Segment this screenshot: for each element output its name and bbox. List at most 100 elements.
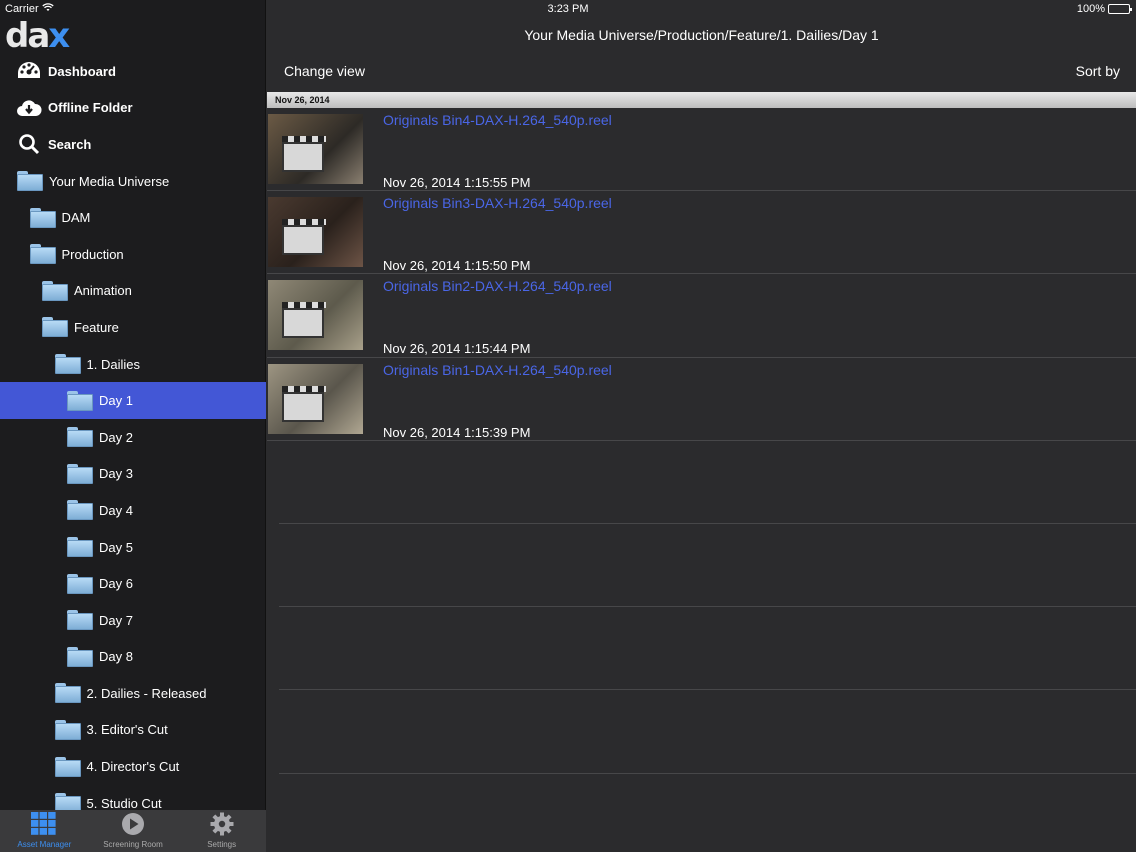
sidebar-item-production[interactable]: Production [0, 236, 266, 273]
sidebar-item-label: Day 6 [99, 576, 133, 592]
asset-name-link[interactable]: Originals Bin1-DAX-H.264_540p.reel [383, 362, 612, 378]
folder-icon [67, 390, 93, 412]
sort-by-button[interactable]: Sort by [1076, 63, 1120, 79]
sidebar-item-label: Day 5 [99, 539, 133, 555]
sidebar-item-label: DAM [61, 210, 91, 226]
date-section-header: Nov 26, 2014 [267, 92, 1136, 108]
sidebar-item-4-director-s-cut[interactable]: 4. Director's Cut [0, 748, 266, 785]
folder-path-title: Your Media Universe/Production/Feature/1… [524, 27, 879, 43]
gear-icon [210, 812, 234, 838]
asset-row[interactable]: Originals Bin4-DAX-H.264_540p.reel Nov 26… [267, 108, 1136, 192]
tab-screening-room[interactable]: Screening Room [89, 810, 178, 852]
empty-row [279, 607, 1136, 691]
sidebar-item-label: Day 4 [99, 502, 133, 518]
folder-icon [17, 170, 43, 192]
sidebar-item-1-dailies[interactable]: 1. Dailies [0, 346, 266, 383]
sidebar-item-day-6[interactable]: Day 6 [0, 565, 266, 602]
tab-settings[interactable]: Settings [177, 810, 266, 852]
sidebar-item-day-4[interactable]: Day 4 [0, 492, 266, 529]
tab-asset-manager[interactable]: Asset Manager [0, 810, 89, 852]
asset-list: Originals Bin4-DAX-H.264_540p.reel Nov 26… [267, 108, 1136, 774]
sidebar-item-your-media-universe[interactable]: Your Media Universe [0, 163, 266, 200]
sidebar-item-2-dailies-released[interactable]: 2. Dailies - Released [0, 675, 266, 712]
folder-icon [67, 536, 93, 558]
sidebar-item-offline-folder[interactable]: Offline Folder [0, 90, 266, 127]
asset-date: Nov 26, 2014 1:15:55 PM [383, 175, 531, 190]
sidebar: dax Dashboard Offline Folder Search Your Me… [0, 0, 266, 852]
folder-icon [67, 646, 93, 668]
asset-row[interactable]: Originals Bin3-DAX-H.264_540p.reel Nov 26… [267, 191, 1136, 275]
sidebar-item-day-3[interactable]: Day 3 [0, 456, 266, 493]
sidebar-item-label: 2. Dailies - Released [86, 685, 207, 701]
status-bar: Carrier 3:23 PM 100% [0, 0, 1136, 17]
asset-thumbnail[interactable] [268, 280, 363, 351]
folder-icon [29, 207, 56, 229]
asset-date: Nov 26, 2014 1:15:39 PM [383, 424, 531, 440]
asset-date: Nov 26, 2014 1:15:44 PM [383, 341, 531, 357]
sidebar-item-dam[interactable]: DAM [0, 199, 266, 236]
battery-icon [1108, 4, 1132, 14]
sidebar-item-animation[interactable]: Animation [0, 273, 266, 310]
sidebar-item-label: Day 8 [99, 649, 133, 665]
cloud-download-icon [16, 97, 42, 119]
battery-indicator: 100% [1076, 3, 1132, 15]
sidebar-item-day-5[interactable]: Day 5 [0, 529, 266, 566]
sidebar-item-dashboard[interactable]: Dashboard [0, 53, 266, 90]
sidebar-item-search[interactable]: Search [0, 126, 266, 163]
sidebar-item-label: Offline Folder [48, 100, 133, 116]
dashboard-icon [16, 60, 42, 82]
play-icon [121, 812, 145, 838]
sidebar-item-day-8[interactable]: Day 8 [0, 639, 266, 676]
clock: 3:23 PM [547, 3, 589, 15]
sidebar-item-feature[interactable]: Feature [0, 309, 266, 346]
toolbar: Change view Sort by [267, 63, 1136, 83]
tab-bar: Asset Manager Screening Room Settings [0, 810, 266, 852]
folder-icon [54, 682, 81, 704]
sidebar-item-label: Production [61, 246, 124, 262]
battery-percent: 100% [1076, 3, 1105, 15]
folder-icon [67, 426, 93, 448]
sidebar-item-label: Dashboard [48, 63, 116, 79]
sidebar-item-label: Animation [74, 283, 132, 299]
sidebar-item-label: Day 3 [99, 466, 133, 482]
sidebar-item-label: Day 1 [99, 393, 133, 409]
tab-label: Screening Room [103, 840, 163, 849]
folder-icon [54, 353, 81, 375]
empty-row [279, 690, 1136, 774]
asset-thumbnail[interactable] [268, 363, 363, 434]
sidebar-item-day-1[interactable]: Day 1 [0, 382, 266, 419]
search-icon [16, 133, 42, 155]
sidebar-item-label: 5. Studio Cut [86, 795, 162, 811]
sidebar-item-label: Your Media Universe [49, 173, 170, 189]
folder-icon [67, 609, 93, 631]
folder-icon [42, 316, 68, 338]
sidebar-item-day-7[interactable]: Day 7 [0, 602, 266, 639]
sidebar-item-day-2[interactable]: Day 2 [0, 419, 266, 456]
sidebar-item-label: 1. Dailies [86, 356, 140, 372]
sidebar-item-label: 3. Editor's Cut [86, 722, 168, 738]
change-view-button[interactable]: Change view [284, 63, 365, 79]
asset-row[interactable]: Originals Bin2-DAX-H.264_540p.reel Nov 26… [267, 274, 1136, 358]
sidebar-item-label: Day 2 [99, 429, 133, 445]
folder-icon [54, 756, 81, 778]
asset-thumbnail[interactable] [268, 197, 363, 268]
sidebar-list: Dashboard Offline Folder Search Your Media … [0, 53, 266, 821]
sidebar-item-3-editor-s-cut[interactable]: 3. Editor's Cut [0, 712, 266, 749]
empty-row [279, 524, 1136, 608]
empty-row [279, 441, 1136, 524]
asset-name-link[interactable]: Originals Bin4-DAX-H.264_540p.reel [383, 112, 612, 128]
sidebar-item-label: Search [48, 136, 92, 152]
asset-name-link[interactable]: Originals Bin3-DAX-H.264_540p.reel [383, 195, 612, 211]
asset-thumbnail[interactable] [268, 114, 363, 184]
folder-icon [67, 463, 93, 485]
sidebar-item-label: Feature [74, 319, 119, 335]
sidebar-item-label: Day 7 [99, 612, 133, 628]
asset-date: Nov 26, 2014 1:15:50 PM [383, 258, 531, 274]
main-panel: Your Media Universe/Production/Feature/1… [267, 0, 1136, 852]
folder-icon [67, 499, 93, 521]
grid-icon [31, 812, 57, 838]
folder-icon [67, 573, 93, 595]
asset-row[interactable]: Originals Bin1-DAX-H.264_540p.reel Nov 26… [267, 358, 1136, 441]
folder-icon [29, 243, 56, 265]
asset-name-link[interactable]: Originals Bin2-DAX-H.264_540p.reel [383, 278, 612, 294]
